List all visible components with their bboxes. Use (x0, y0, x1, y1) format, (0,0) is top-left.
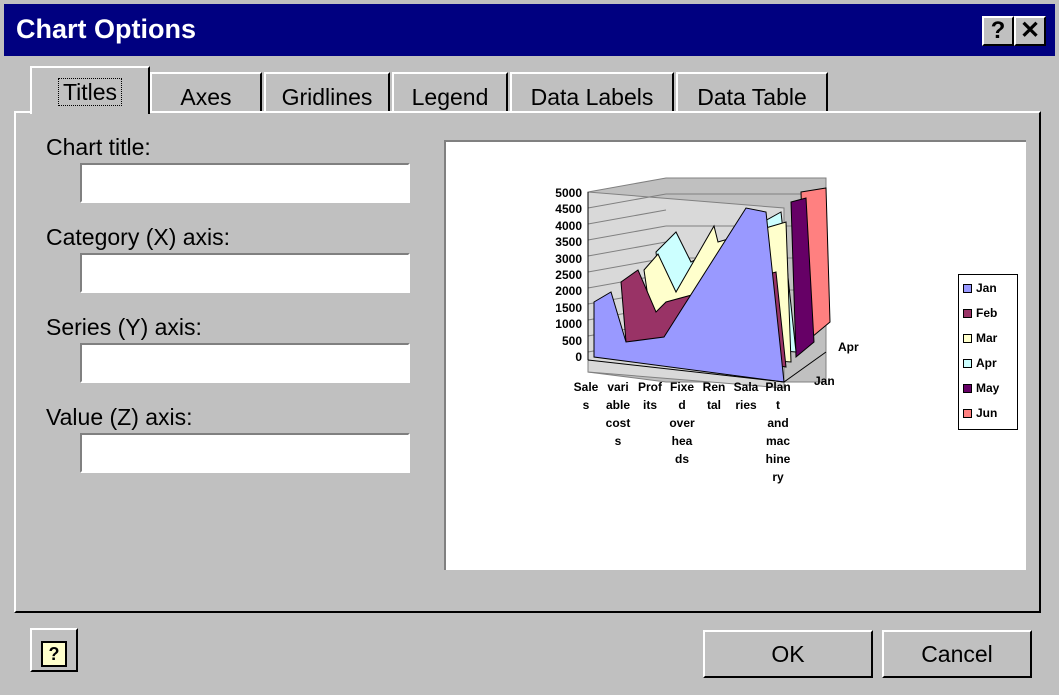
tab-axes[interactable]: Axes (150, 72, 262, 112)
legend-swatch (963, 284, 972, 294)
series-axis-label: Series (Y) axis: (46, 314, 202, 340)
legend-label: Mar (976, 331, 998, 345)
value-axis-field[interactable] (80, 433, 410, 473)
chart-legend: Jan Feb Mar Apr May Jun (958, 274, 1018, 430)
legend-swatch (963, 334, 972, 344)
chart-title-field[interactable] (80, 163, 410, 203)
tab-data-table[interactable]: Data Table (676, 72, 828, 112)
z-tick-label: 2000 (555, 284, 582, 299)
z-tick-label: 3000 (555, 251, 582, 266)
chart-title-label: Chart title: (46, 134, 151, 160)
legend-item: Jan (963, 281, 997, 295)
z-tick-label: 2500 (555, 268, 582, 282)
legend-item: May (963, 381, 999, 395)
tab-gridlines[interactable]: Gridlines (264, 72, 390, 112)
tab-legend[interactable]: Legend (392, 72, 508, 112)
tab-data-labels[interactable]: Data Labels (510, 72, 674, 112)
help-button[interactable]: ? (30, 628, 78, 672)
y-label-jan: Jan (814, 374, 835, 388)
value-axis-label: Value (Z) axis: (46, 404, 193, 430)
z-tick-label: 4000 (555, 218, 582, 233)
legend-swatch (963, 359, 972, 369)
legend-label: May (976, 381, 1000, 395)
z-tick-label: 3500 (555, 235, 582, 250)
legend-item: Mar (963, 331, 997, 345)
legend-swatch (963, 384, 972, 394)
legend-item: Jun (963, 406, 997, 420)
close-button[interactable]: ✕ (1014, 16, 1046, 46)
tab-titles[interactable]: Titles (30, 66, 150, 114)
title-bar[interactable]: Chart Options ? ✕ (4, 4, 1055, 56)
z-tick-label: 500 (561, 333, 582, 348)
window-title: Chart Options (16, 14, 196, 44)
legend-label: Feb (976, 306, 998, 320)
chart-options-dialog: Chart Options ? ✕ Titles Axes Gridlines … (0, 0, 1059, 695)
cancel-button[interactable]: Cancel (882, 630, 1032, 678)
z-tick-label: 1000 (555, 317, 582, 332)
ok-button[interactable]: OK (703, 630, 873, 678)
z-tick-label: 5000 (555, 186, 582, 200)
z-tick-label: 1500 (555, 300, 582, 315)
legend-label: Apr (976, 356, 997, 370)
z-tick-label: 4500 (555, 202, 582, 217)
legend-label: Jun (976, 406, 998, 420)
help-icon: ? (41, 641, 67, 667)
category-axis-label: Category (X) axis: (46, 224, 231, 250)
y-label-apr: Apr (838, 340, 859, 354)
chart-3d-area (587, 177, 831, 389)
legend-item: Apr (963, 356, 997, 370)
legend-swatch (963, 309, 972, 319)
title-help-button[interactable]: ? (982, 16, 1014, 46)
x-category-label: Plan t and mac hine ry (765, 380, 791, 484)
legend-item: Feb (963, 306, 997, 320)
series-axis-field[interactable] (80, 343, 410, 383)
category-axis-field[interactable] (80, 253, 410, 293)
legend-swatch (963, 409, 972, 419)
z-tick-label: 0 (575, 350, 582, 364)
legend-label: Jan (976, 281, 997, 295)
chart-preview: 5000 4500 4000 3500 3000 2500 2000 1500 1000 500 0… (444, 140, 1026, 570)
